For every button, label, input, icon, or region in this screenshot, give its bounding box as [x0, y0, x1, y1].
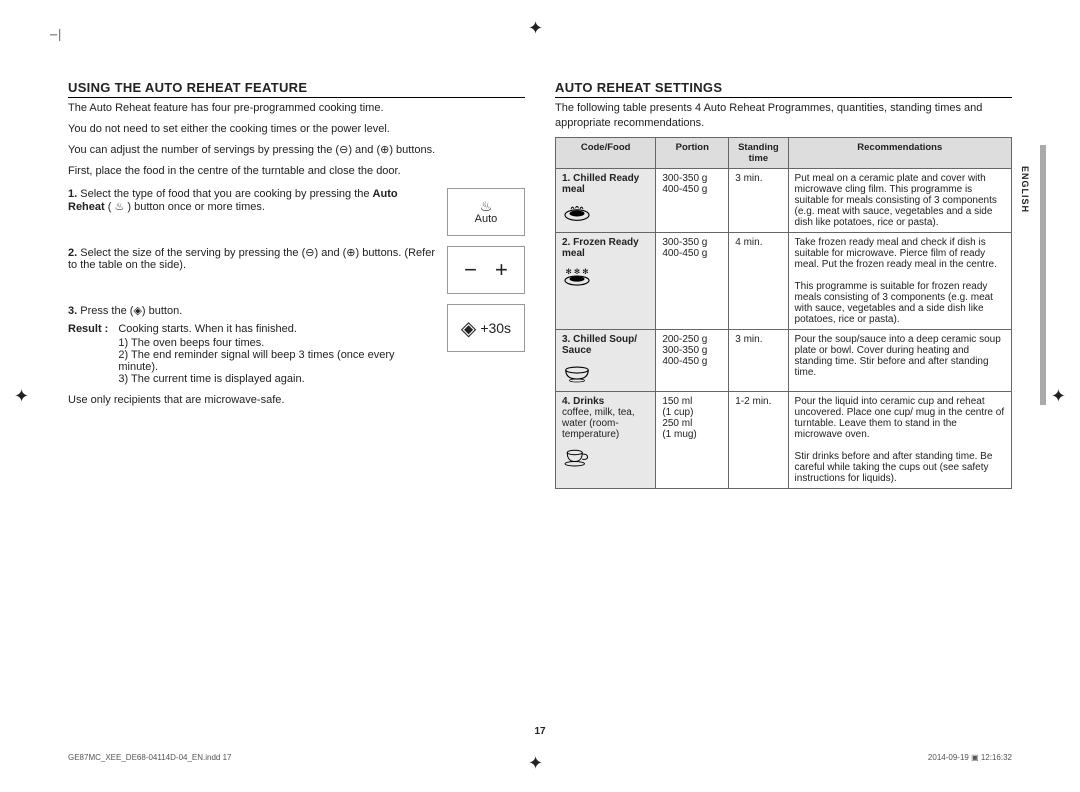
intro-line-4: First, place the food in the centre of t… [68, 164, 525, 179]
col-standing: Standing time [729, 137, 788, 168]
side-language-tab: ENGLISH [1018, 160, 1032, 219]
step-number: 3. [68, 305, 77, 317]
side-language-bar [1040, 145, 1046, 405]
table-cell-standing: 3 min. [729, 168, 788, 232]
result-block: Result : Cooking starts. When it has fin… [68, 323, 437, 385]
cup-icon [562, 440, 649, 471]
table-cell-code: 3. Chilled Soup/ Sauce [556, 329, 656, 391]
step-number: 2. [68, 247, 77, 259]
right-heading: AUTO REHEAT SETTINGS [555, 80, 1012, 98]
registration-mark-left: ✦ [14, 386, 29, 407]
left-column: USING THE AUTO REHEAT FEATURE The Auto R… [68, 80, 525, 732]
result-item: 3) The current time is displayed again. [118, 373, 437, 385]
auto-reheat-button-graphic: ♨ Auto [447, 188, 525, 236]
start-icon: ◈ [461, 316, 476, 341]
step-3: 3. Press the (◈) button. Result : Cookin… [68, 304, 525, 385]
col-code: Code/Food [556, 137, 656, 168]
left-heading: USING THE AUTO REHEAT FEATURE [68, 80, 525, 98]
table-cell-rec: Pour the liquid into ceramic cup and reh… [788, 391, 1011, 488]
table-cell-code: 2. Frozen Ready meal✻ ✻ ✻ [556, 232, 656, 329]
table-cell-rec: Put meal on a ceramic plate and cover wi… [788, 168, 1011, 232]
col-portion: Portion [656, 137, 729, 168]
right-intro: The following table presents 4 Auto Rehe… [555, 101, 1012, 131]
table-cell-portion: 300-350 g400-450 g [656, 168, 729, 232]
right-column: AUTO REHEAT SETTINGS The following table… [555, 80, 1012, 732]
start-30s-button-graphic: ◈ +30s [447, 304, 525, 352]
table-cell-standing: 4 min. [729, 232, 788, 329]
plus-icon: ⊕ [380, 144, 389, 156]
table-cell-standing: 3 min. [729, 329, 788, 391]
step-1: 1. Select the type of food that you are … [68, 188, 525, 236]
registration-mark-top: ✦ [528, 18, 543, 39]
plus-icon: ⊕ [346, 247, 355, 259]
table-cell-rec: Pour the soup/sauce into a deep ceramic … [788, 329, 1011, 391]
table-row: 3. Chilled Soup/ Sauce200-250 g300-350 g… [556, 329, 1012, 391]
col-rec: Recommendations [788, 137, 1011, 168]
plate-icon [562, 195, 649, 226]
table-row: 2. Frozen Ready meal✻ ✻ ✻300-350 g400-45… [556, 232, 1012, 329]
table-cell-portion: 200-250 g300-350 g400-450 g [656, 329, 729, 391]
page-body: USING THE AUTO REHEAT FEATURE The Auto R… [68, 80, 1012, 732]
table-cell-portion: 300-350 g400-450 g [656, 232, 729, 329]
registration-mark-right: ✦ [1051, 386, 1066, 407]
minus-icon: − [464, 257, 477, 283]
table-row: 1. Chilled Ready meal300-350 g400-450 g3… [556, 168, 1012, 232]
microwave-safe-note: Use only recipients that are microwave-s… [68, 393, 525, 408]
table-cell-code: 1. Chilled Ready meal [556, 168, 656, 232]
minus-plus-button-graphic: − + [447, 246, 525, 294]
crop-mark: ─│ [50, 30, 63, 41]
result-item: 2) The end reminder signal will beep 3 t… [118, 349, 437, 373]
print-footer: GE87MC_XEE_DE68-04114D-04_EN.indd 17 201… [68, 753, 1012, 762]
result-text: Cooking starts. When it has finished. [118, 323, 437, 335]
intro-line-1: The Auto Reheat feature has four pre-pro… [68, 101, 525, 116]
svg-text:✻ ✻ ✻: ✻ ✻ ✻ [565, 266, 589, 275]
table-cell-code: 4. Drinkscoffee, milk, tea, water (room-… [556, 391, 656, 488]
step-2: 2. Select the size of the serving by pre… [68, 246, 525, 294]
table-cell-standing: 1-2 min. [729, 391, 788, 488]
frozen-icon: ✻ ✻ ✻ [562, 259, 649, 290]
page-number: 17 [0, 726, 1080, 737]
intro-line-3: You can adjust the number of servings by… [68, 143, 525, 158]
footer-timestamp: 2014-09-19 ▣ 12:16:32 [928, 753, 1012, 762]
minus-icon: ⊖ [339, 144, 348, 156]
steam-icon: ♨ [114, 201, 124, 213]
result-label: Result : [68, 323, 108, 385]
table-cell-rec: Take frozen ready meal and check if dish… [788, 232, 1011, 329]
result-item: 1) The oven beeps four times. [118, 337, 437, 349]
footer-filename: GE87MC_XEE_DE68-04114D-04_EN.indd 17 [68, 753, 232, 762]
step-number: 1. [68, 188, 77, 200]
intro-line-2: You do not need to set either the cookin… [68, 122, 525, 137]
plus-icon: + [495, 257, 508, 283]
bowl-icon [562, 356, 649, 387]
table-cell-portion: 150 ml(1 cup)250 ml(1 mug) [656, 391, 729, 488]
steam-icon: ♨ [480, 199, 493, 213]
table-row: 4. Drinkscoffee, milk, tea, water (room-… [556, 391, 1012, 488]
settings-table: Code/Food Portion Standing time Recommen… [555, 137, 1012, 489]
start-icon: ◈ [133, 305, 141, 317]
